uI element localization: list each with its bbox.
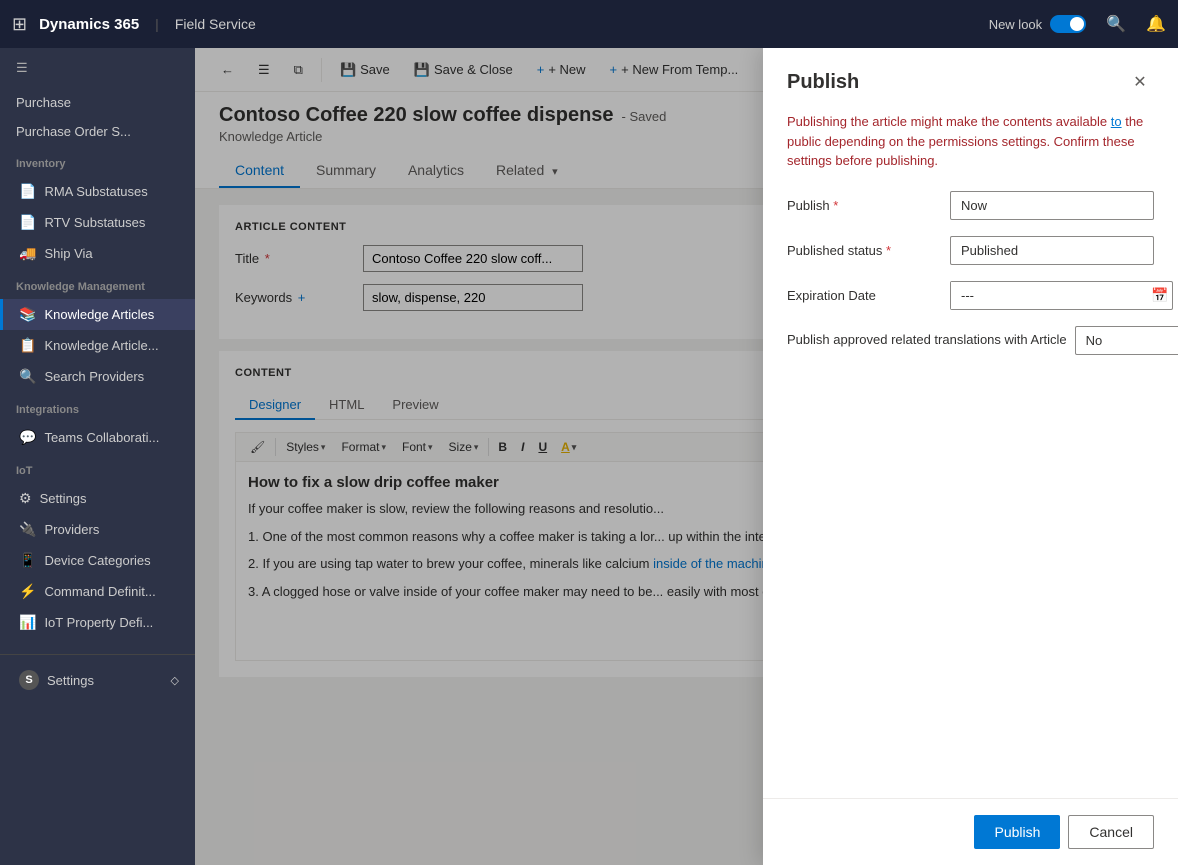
modal-footer: Publish Cancel bbox=[763, 798, 1178, 865]
main-layout: ☰ Purchase Purchase Order S... Inventory… bbox=[0, 48, 1178, 865]
sidebar-item-iot-settings-label: Settings bbox=[40, 491, 87, 506]
sidebar-item-rma[interactable]: 📄 RMA Substatuses bbox=[0, 176, 195, 207]
publish-modal: Publish ✕ Publishing the article might m… bbox=[763, 48, 1178, 865]
sidebar-item-search-providers-label: Search Providers bbox=[44, 369, 144, 384]
sidebar-item-knowledge-template-label: Knowledge Article... bbox=[44, 338, 158, 353]
sidebar-item-shipvia-label: Ship Via bbox=[44, 246, 92, 261]
sidebar-item-providers[interactable]: 🔌 Providers bbox=[0, 514, 195, 545]
status-required: * bbox=[882, 243, 891, 258]
publish-button[interactable]: Publish bbox=[974, 815, 1060, 849]
modal-body: Publishing the article might make the co… bbox=[763, 112, 1178, 798]
warning-link-to[interactable]: to bbox=[1111, 114, 1122, 129]
sidebar-item-rma-label: RMA Substatuses bbox=[44, 184, 147, 199]
command-icon: ⚡ bbox=[19, 583, 36, 600]
sidebar-item-purchase[interactable]: Purchase bbox=[0, 88, 195, 117]
search-providers-icon: 🔍 bbox=[19, 368, 36, 385]
content-area: ← ☰ ⧉ 💾 Save 💾 Save & Close + + New bbox=[195, 48, 1178, 865]
grid-icon[interactable]: ⊞ bbox=[12, 14, 27, 35]
modal-title: Publish bbox=[787, 71, 859, 94]
modal-field-translations: Publish approved related translations wi… bbox=[787, 326, 1154, 355]
device-icon: 📱 bbox=[19, 552, 36, 569]
settings-bottom-icon: S bbox=[19, 670, 39, 690]
iot-property-icon: 📊 bbox=[19, 614, 36, 631]
calendar-button[interactable]: 📅 bbox=[1147, 283, 1172, 308]
sidebar-item-purchase-order[interactable]: Purchase Order S... bbox=[0, 117, 195, 146]
modal-field-status: Published status * bbox=[787, 236, 1154, 265]
bell-icon[interactable]: 🔔 bbox=[1146, 14, 1166, 34]
expiration-input-wrap: 📅 bbox=[950, 281, 1173, 310]
sidebar-item-iot-property-label: IoT Property Defi... bbox=[44, 615, 153, 630]
sidebar: ☰ Purchase Purchase Order S... Inventory… bbox=[0, 48, 195, 865]
search-icon[interactable]: 🔍 bbox=[1106, 14, 1126, 34]
publish-field-label: Publish * bbox=[787, 198, 942, 213]
app-name: Dynamics 365 bbox=[39, 16, 139, 33]
publish-field-input[interactable] bbox=[950, 191, 1154, 220]
sidebar-hamburger[interactable]: ☰ bbox=[0, 48, 195, 88]
new-look-toggle-group: New look bbox=[989, 15, 1086, 33]
iot-settings-icon: ⚙ bbox=[19, 490, 32, 507]
knowledge-template-icon: 📋 bbox=[19, 337, 36, 354]
expiration-input[interactable] bbox=[951, 282, 1147, 309]
rtv-icon: 📄 bbox=[19, 214, 36, 231]
sidebar-item-knowledge-articles-label: Knowledge Articles bbox=[44, 307, 154, 322]
sidebar-item-knowledge-articles[interactable]: 📚 Knowledge Articles bbox=[0, 299, 195, 330]
status-field-input[interactable] bbox=[950, 236, 1154, 265]
modal-close-button[interactable]: ✕ bbox=[1126, 68, 1154, 96]
sidebar-item-settings-bottom-label: Settings bbox=[47, 673, 94, 688]
sidebar-item-command-def[interactable]: ⚡ Command Definit... bbox=[0, 576, 195, 607]
sidebar-item-iot-property[interactable]: 📊 IoT Property Defi... bbox=[0, 607, 195, 638]
sidebar-item-providers-label: Providers bbox=[44, 522, 99, 537]
translations-field-input[interactable] bbox=[1075, 326, 1178, 355]
sidebar-item-rtv[interactable]: 📄 RTV Substatuses bbox=[0, 207, 195, 238]
modal-warning: Publishing the article might make the co… bbox=[787, 112, 1154, 171]
sidebar-item-shipvia[interactable]: 🚚 Ship Via bbox=[0, 238, 195, 269]
status-field-label: Published status * bbox=[787, 243, 942, 258]
publish-required: * bbox=[830, 198, 839, 213]
modal-field-expiration: Expiration Date 📅 bbox=[787, 281, 1154, 310]
modal-header: Publish ✕ bbox=[763, 48, 1178, 112]
topbar: ⊞ Dynamics 365 | Field Service New look … bbox=[0, 0, 1178, 48]
sidebar-section-knowledge: Knowledge Management bbox=[0, 269, 195, 299]
shipvia-icon: 🚚 bbox=[19, 245, 36, 262]
teams-icon: 💬 bbox=[19, 429, 36, 446]
translations-field-label: Publish approved related translations wi… bbox=[787, 326, 1067, 347]
sidebar-item-teams[interactable]: 💬 Teams Collaborati... bbox=[0, 422, 195, 453]
sidebar-section-integrations: Integrations bbox=[0, 392, 195, 422]
settings-expand-icon: ◇ bbox=[171, 674, 179, 687]
rma-icon: 📄 bbox=[19, 183, 36, 200]
topbar-module: Field Service bbox=[175, 16, 256, 32]
providers-icon: 🔌 bbox=[19, 521, 36, 538]
new-look-toggle[interactable] bbox=[1050, 15, 1086, 33]
sidebar-item-settings-bottom[interactable]: S Settings ◇ bbox=[0, 663, 195, 697]
expiration-field-label: Expiration Date bbox=[787, 288, 942, 303]
modal-field-publish: Publish * bbox=[787, 191, 1154, 220]
sidebar-item-device-label: Device Categories bbox=[44, 553, 150, 568]
sidebar-item-device-categories[interactable]: 📱 Device Categories bbox=[0, 545, 195, 576]
topbar-divider: | bbox=[155, 16, 159, 32]
sidebar-item-command-label: Command Definit... bbox=[44, 584, 155, 599]
sidebar-item-knowledge-article-templates[interactable]: 📋 Knowledge Article... bbox=[0, 330, 195, 361]
knowledge-articles-icon: 📚 bbox=[19, 306, 36, 323]
cancel-button[interactable]: Cancel bbox=[1068, 815, 1154, 849]
sidebar-section-inventory: Inventory bbox=[0, 146, 195, 176]
sidebar-item-teams-label: Teams Collaborati... bbox=[44, 430, 159, 445]
sidebar-item-iot-settings[interactable]: ⚙ Settings bbox=[0, 483, 195, 514]
sidebar-item-rtv-label: RTV Substatuses bbox=[44, 215, 145, 230]
sidebar-section-iot: IoT bbox=[0, 453, 195, 483]
sidebar-item-search-providers[interactable]: 🔍 Search Providers bbox=[0, 361, 195, 392]
new-look-label: New look bbox=[989, 17, 1042, 32]
